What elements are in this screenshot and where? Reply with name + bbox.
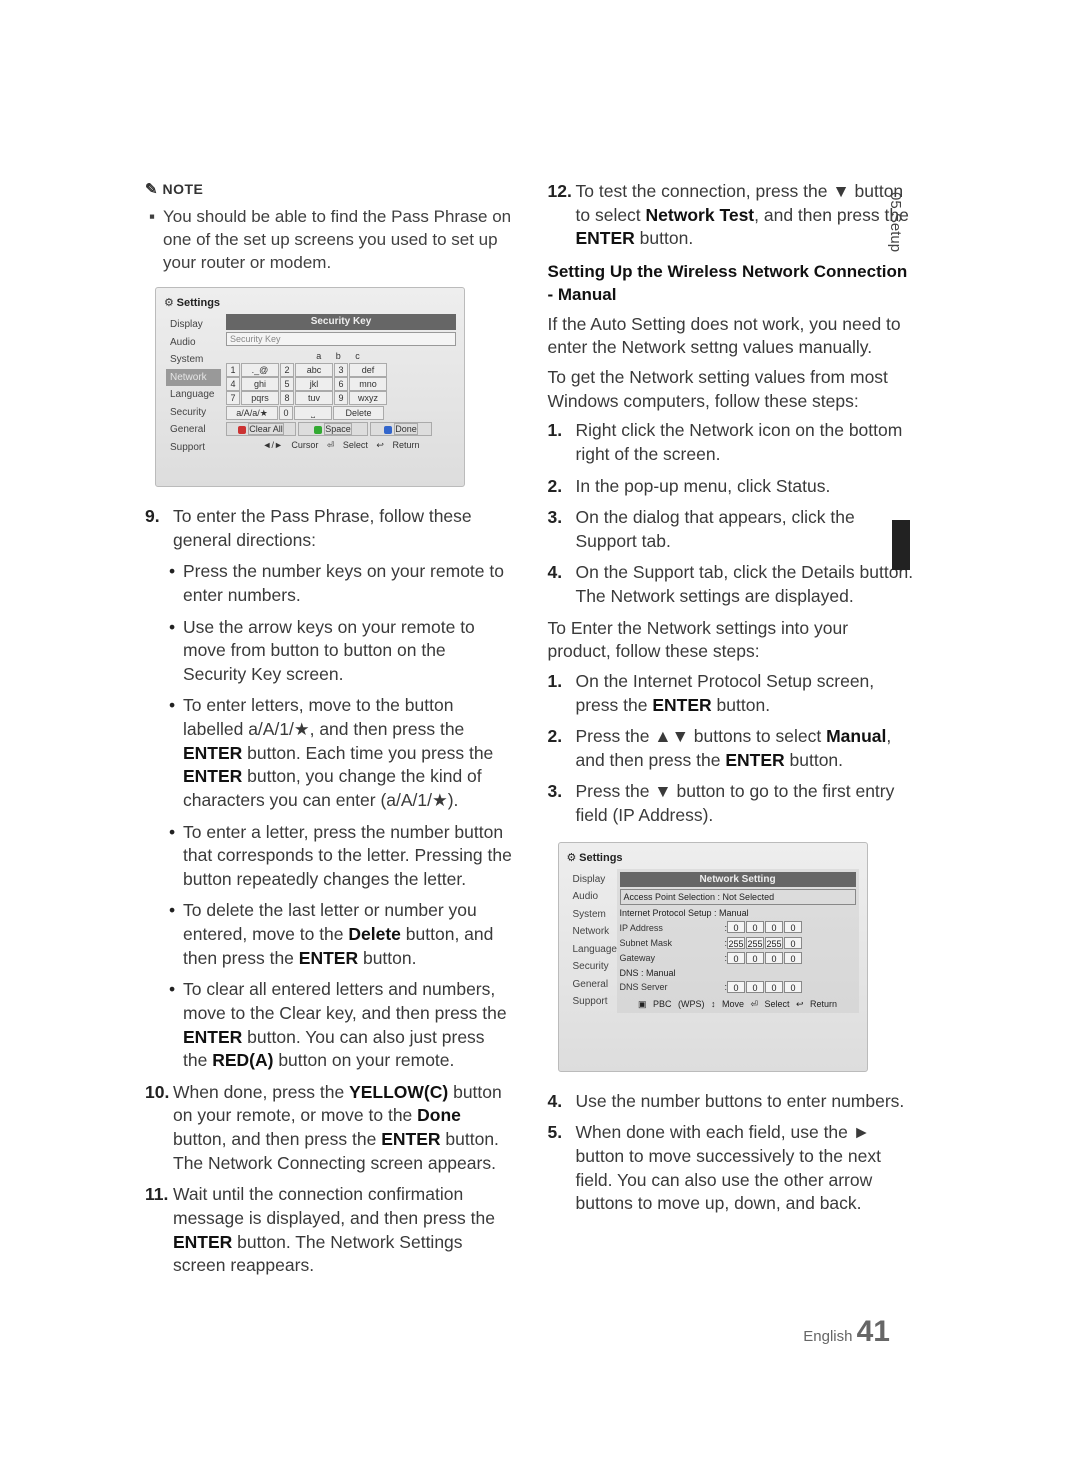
manual-step-2: 2.In the pop-up menu, click Status.: [548, 475, 916, 499]
page-footer: English 41: [803, 1312, 890, 1353]
enter-step-3: 3.Press the ▼ button to go to the first …: [548, 780, 916, 827]
gear-icon: ⚙: [164, 297, 174, 309]
final-step-4: 4.Use the number buttons to enter number…: [548, 1090, 916, 1114]
ap-selection-row: Access Point Selection : Not Selected: [620, 889, 856, 905]
keypad-row4: a/A/a/★ 0 ⎵ Delete: [226, 406, 456, 420]
bullet-3: • To enter letters, move to the button l…: [169, 694, 513, 812]
screenshot-footer: ◄/► Cursor ⏎ Select ↩ Return: [226, 439, 456, 451]
ip-address-row: IP Address: 0000: [620, 921, 856, 934]
gear-icon: ⚙: [567, 852, 577, 864]
footer-language: English: [803, 1328, 852, 1345]
manual-step-3: 3.On the dialog that appears, click the …: [548, 506, 916, 553]
security-key-input: Security Key: [226, 332, 456, 346]
ip-setup-row: Internet Protocol Setup : Manual: [620, 907, 856, 919]
green-icon: [314, 426, 322, 434]
security-key-screenshot: ⚙ Settings Display Audio System Network …: [155, 287, 465, 487]
dns-row: DNS : Manual: [620, 967, 856, 979]
keypad-row1: 1._@ 2abc 3def: [226, 363, 456, 377]
settings-title: Settings: [177, 297, 220, 309]
enter-step-1: 1. On the Internet Protocol Setup screen…: [548, 670, 916, 717]
settings-sidebar: Display Audio System Network Language Se…: [166, 316, 221, 456]
subnet-mask-row: Subnet Mask: 2552552550: [620, 937, 856, 950]
enter-step-2: 2. Press the ▲▼ buttons to select Manual…: [548, 725, 916, 772]
gateway-row: Gateway: 0000: [620, 952, 856, 965]
manual-para-1: If the Auto Setting does not work, you n…: [548, 313, 916, 360]
manual-step-4: 4.On the Support tab, click the Details …: [548, 561, 916, 608]
bullet-4: •To enter a letter, press the number but…: [169, 821, 513, 892]
step-9: 9. To enter the Pass Phrase, follow thes…: [145, 505, 513, 552]
bullet-6: • To clear all entered letters and numbe…: [169, 978, 513, 1073]
manual-step-1: 1.Right click the Network icon on the bo…: [548, 419, 916, 466]
bullet-2: •Use the arrow keys on your remote to mo…: [169, 616, 513, 687]
step-10: 10. When done, press the YELLOW(C) butto…: [145, 1081, 513, 1176]
keypad-row3: 7pqrs 8tuv 9wxyz: [226, 391, 456, 405]
network-setting-screenshot: ⚙ Settings Display Audio System Network …: [558, 842, 868, 1072]
chapter-tab: 05 Setup: [885, 192, 905, 252]
note-text: ▪ You should be able to find the Pass Ph…: [163, 206, 513, 275]
security-key-title: Security Key: [226, 314, 456, 330]
page-number: 41: [857, 1315, 890, 1348]
keypad-row2: 4ghi 5jkl 6mno: [226, 377, 456, 391]
bullet-1: •Press the number keys on your remote to…: [169, 560, 513, 607]
thumb-tab-icon: [892, 520, 910, 570]
blue-icon: [384, 426, 392, 434]
manual-para-3: To Enter the Network settings into your …: [548, 617, 916, 664]
step-12: 12. To test the connection, press the ▼ …: [548, 180, 916, 251]
note-head: ✎ NOTE: [145, 180, 513, 200]
screenshot2-footer: ▣ PBC (WPS) ↕ Move ⏎ Select ↩ Return: [620, 998, 856, 1010]
settings-sidebar-2: Display Audio System Network Language Se…: [569, 871, 614, 1011]
dns-server-row: DNS Server: 0000: [620, 981, 856, 994]
bullet-5: • To delete the last letter or number yo…: [169, 899, 513, 970]
step-11: 11. Wait until the connection confirmati…: [145, 1183, 513, 1278]
square-bullet-icon: ▪: [149, 206, 155, 229]
network-setting-title: Network Setting: [620, 872, 856, 888]
note-label: NOTE: [162, 181, 203, 197]
pencil-icon: ✎: [145, 181, 158, 198]
manual-para-2: To get the Network setting values from m…: [548, 366, 916, 413]
sidebar-network-active: Network: [166, 369, 221, 387]
settings-title-2: Settings: [579, 852, 622, 864]
keypad-actions-row: Clear All Space Done: [226, 422, 456, 436]
red-icon: [238, 426, 246, 434]
manual-setup-heading: Setting Up the Wireless Network Connecti…: [548, 261, 916, 307]
final-step-5: 5.When done with each field, use the ► b…: [548, 1121, 916, 1216]
